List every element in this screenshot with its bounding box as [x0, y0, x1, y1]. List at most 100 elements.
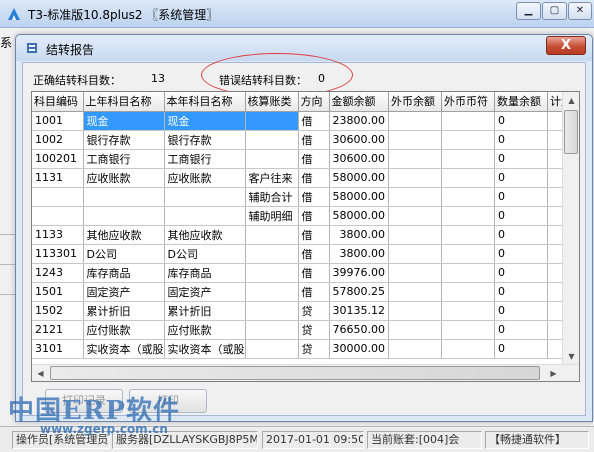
cell-prev-name[interactable]: 现金 [83, 111, 165, 131]
cell-prev-name[interactable]: D公司 [83, 244, 165, 264]
cell-code[interactable]: 2121 [32, 320, 84, 340]
cell-quantity[interactable]: 0 [494, 282, 548, 302]
column-header[interactable]: 外币币符 [441, 92, 495, 112]
cell-amount[interactable]: 58000.00 [329, 206, 389, 226]
cell-acct-type[interactable]: 客户往来 [245, 168, 299, 188]
maximize-button[interactable]: ▢ [542, 2, 567, 20]
column-header[interactable]: 外币余额 [388, 92, 442, 112]
cell-code[interactable]: 3101 [32, 339, 84, 359]
cell-code[interactable]: 1501 [32, 282, 84, 302]
table-row[interactable]: 1501 固定资产 固定资产借 57800.25 0 [32, 282, 578, 302]
cell-direction[interactable]: 借 [298, 130, 330, 150]
cell-curr-name[interactable]: 固定资产 [164, 282, 246, 302]
cell-prev-name[interactable] [83, 187, 165, 207]
cell-amount[interactable]: 23800.00 [329, 111, 389, 131]
cell-fx-symbol[interactable] [441, 206, 495, 226]
cell-amount[interactable]: 58000.00 [329, 168, 389, 188]
cell-amount[interactable]: 76650.00 [329, 320, 389, 340]
cell-direction[interactable]: 借 [298, 168, 330, 188]
vertical-scroll-thumb[interactable] [564, 110, 578, 154]
cell-curr-name[interactable]: 其他应收款 [164, 225, 246, 245]
cell-acct-type[interactable] [245, 149, 299, 169]
cell-fx-symbol[interactable] [441, 130, 495, 150]
cell-curr-name[interactable] [164, 206, 246, 226]
cell-quantity[interactable]: 0 [494, 320, 548, 340]
cell-fx-symbol[interactable] [441, 282, 495, 302]
table-row[interactable]: 辅助明细借 58000.00 0 [32, 206, 578, 226]
table-row[interactable]: 1131 应收账款 应收账款 客户往来借 58000.00 0 [32, 168, 578, 188]
cell-acct-type[interactable] [245, 263, 299, 283]
table-row[interactable]: 1002 银行存款 银行存款借 30600.00 0 [32, 130, 578, 150]
cell-prev-name[interactable]: 库存商品 [83, 263, 165, 283]
cell-acct-type[interactable] [245, 282, 299, 302]
cell-acct-type[interactable]: 辅助明细 [245, 206, 299, 226]
column-header[interactable]: 方向 [298, 92, 330, 112]
cell-quantity[interactable]: 0 [494, 168, 548, 188]
column-header[interactable]: 上年科目名称 [83, 92, 165, 112]
cell-direction[interactable]: 贷 [298, 339, 330, 359]
cell-direction[interactable]: 借 [298, 111, 330, 131]
cell-quantity[interactable]: 0 [494, 339, 548, 359]
cell-amount[interactable]: 58000.00 [329, 187, 389, 207]
cell-amount[interactable]: 57800.25 [329, 282, 389, 302]
cell-acct-type[interactable] [245, 339, 299, 359]
cell-quantity[interactable]: 0 [494, 187, 548, 207]
table-row[interactable]: 3101 实收资本（或股 实收资本（或股贷 30000.00 0 [32, 339, 578, 359]
cell-fx-symbol[interactable] [441, 263, 495, 283]
cell-direction[interactable]: 借 [298, 244, 330, 264]
cell-acct-type[interactable] [245, 225, 299, 245]
cell-curr-name[interactable]: 库存商品 [164, 263, 246, 283]
cell-prev-name[interactable]: 固定资产 [83, 282, 165, 302]
cell-acct-type[interactable] [245, 130, 299, 150]
cell-amount[interactable]: 30600.00 [329, 149, 389, 169]
cell-direction[interactable]: 借 [298, 263, 330, 283]
cell-fx-symbol[interactable] [441, 339, 495, 359]
cell-acct-type[interactable] [245, 111, 299, 131]
cell-prev-name[interactable]: 实收资本（或股 [83, 339, 165, 359]
cell-curr-name[interactable] [164, 187, 246, 207]
dialog-close-button[interactable]: X [546, 36, 586, 55]
cell-fx-balance[interactable] [388, 244, 442, 264]
scroll-left-icon[interactable]: ◀ [32, 365, 49, 381]
table-row[interactable]: 2121 应付账款 应付账款贷 76650.00 0 [32, 320, 578, 340]
cell-acct-type[interactable] [245, 244, 299, 264]
cell-quantity[interactable]: 0 [494, 301, 548, 321]
cell-direction[interactable]: 贷 [298, 320, 330, 340]
cell-amount[interactable]: 3800.00 [329, 244, 389, 264]
minimize-button[interactable]: ▁ [516, 2, 541, 20]
cell-fx-symbol[interactable] [441, 168, 495, 188]
cell-acct-type[interactable]: 辅助合计 [245, 187, 299, 207]
cell-prev-name[interactable]: 应付账款 [83, 320, 165, 340]
table-row[interactable]: 113301 D公司 D公司借 3800.00 0 [32, 244, 578, 264]
cell-prev-name[interactable] [83, 206, 165, 226]
cell-direction[interactable]: 借 [298, 149, 330, 169]
cell-code[interactable]: 1131 [32, 168, 84, 188]
cell-fx-balance[interactable] [388, 187, 442, 207]
cell-fx-symbol[interactable] [441, 187, 495, 207]
cell-quantity[interactable]: 0 [494, 130, 548, 150]
cell-code[interactable]: 1001 [32, 111, 84, 131]
cell-curr-name[interactable]: 银行存款 [164, 130, 246, 150]
cell-code[interactable]: 100201 [32, 149, 84, 169]
cell-code[interactable]: 1133 [32, 225, 84, 245]
horizontal-scroll-thumb[interactable] [50, 366, 540, 380]
cell-fx-balance[interactable] [388, 301, 442, 321]
cell-amount[interactable]: 30000.00 [329, 339, 389, 359]
cell-curr-name[interactable]: 现金 [164, 111, 246, 131]
cell-quantity[interactable]: 0 [494, 225, 548, 245]
cell-acct-type[interactable] [245, 320, 299, 340]
cell-amount[interactable]: 39976.00 [329, 263, 389, 283]
cell-fx-balance[interactable] [388, 282, 442, 302]
scroll-right-icon[interactable]: ▶ [545, 365, 562, 381]
cell-curr-name[interactable]: 应收账款 [164, 168, 246, 188]
column-header[interactable]: 数量余额 [494, 92, 548, 112]
cell-curr-name[interactable]: D公司 [164, 244, 246, 264]
cell-code[interactable]: 1502 [32, 301, 84, 321]
cell-quantity[interactable]: 0 [494, 206, 548, 226]
cell-curr-name[interactable]: 应付账款 [164, 320, 246, 340]
cell-prev-name[interactable]: 工商银行 [83, 149, 165, 169]
scroll-down-icon[interactable]: ▼ [563, 348, 579, 365]
vertical-scrollbar[interactable]: ▲ ▼ [562, 92, 579, 365]
cell-prev-name[interactable]: 银行存款 [83, 130, 165, 150]
cell-quantity[interactable]: 0 [494, 149, 548, 169]
